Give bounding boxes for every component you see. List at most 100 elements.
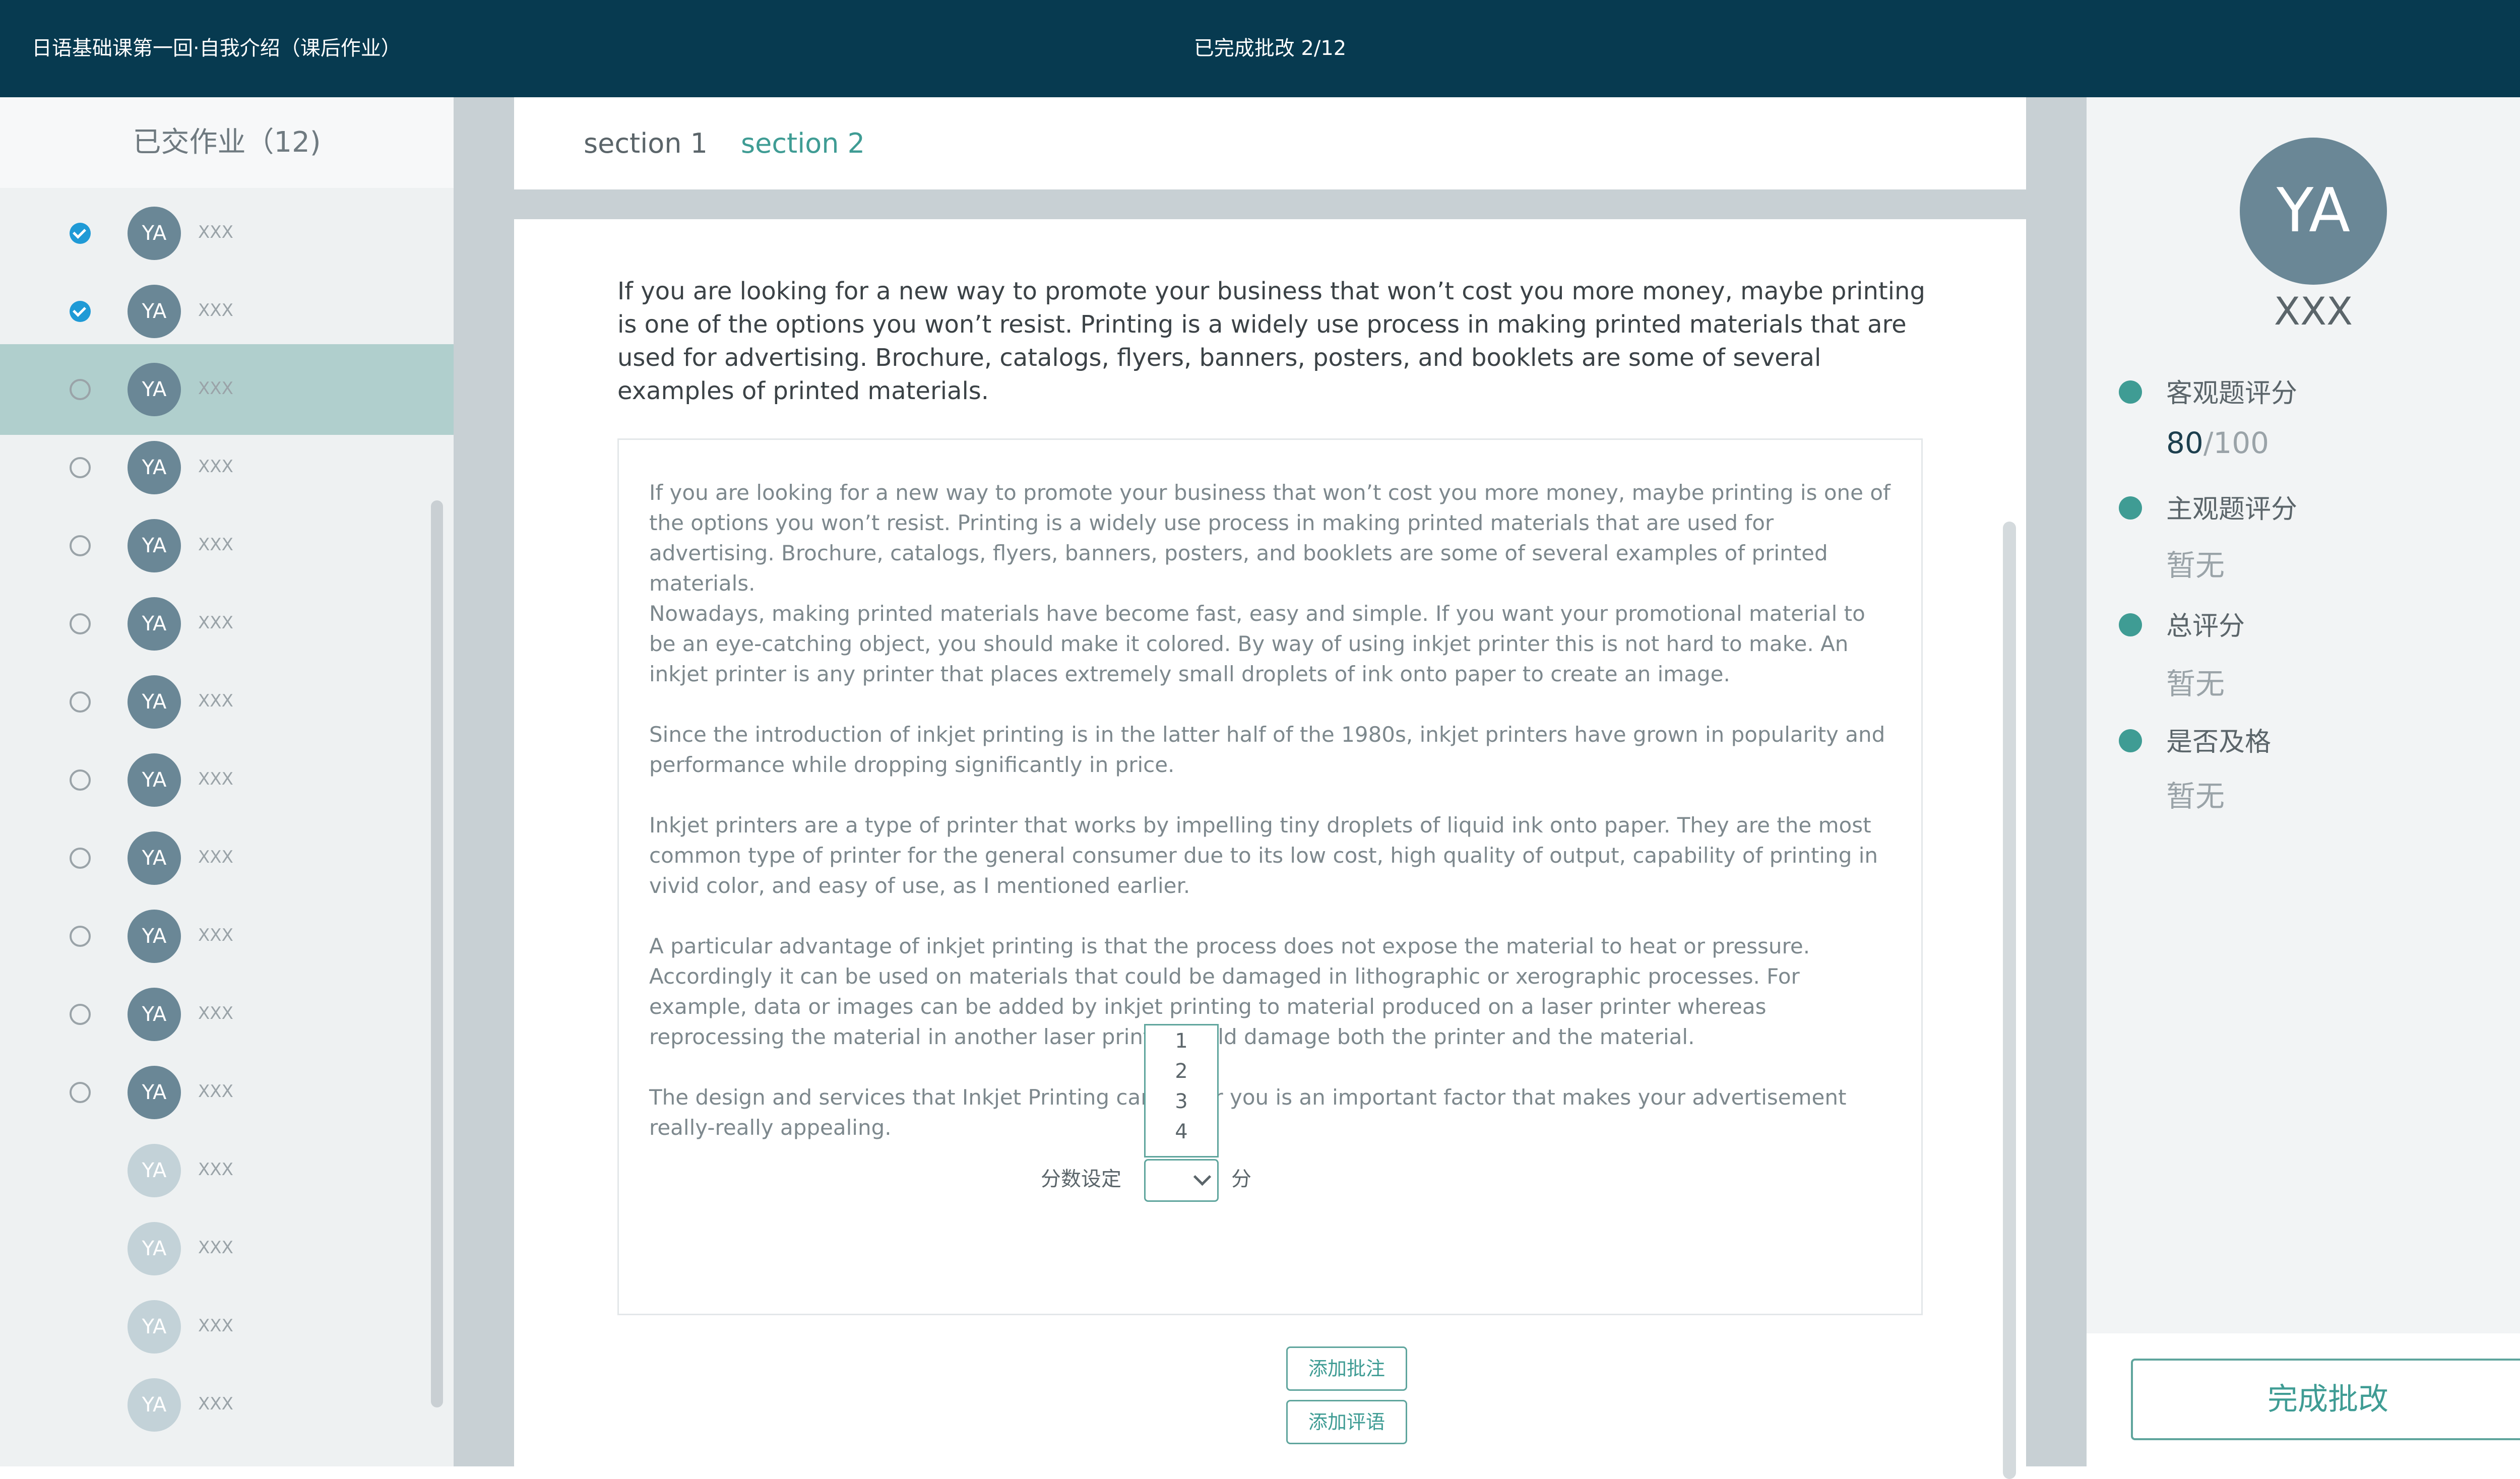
checked-checkbox-icon[interactable] xyxy=(70,301,91,322)
student-answer-box: If you are looking for a new way to prom… xyxy=(617,438,1923,1315)
student-name: XXX xyxy=(198,457,233,477)
student-list-item[interactable]: YA XXX xyxy=(0,1360,454,1450)
checkbox-icon[interactable] xyxy=(70,1004,91,1025)
answer-card: If you are looking for a new way to prom… xyxy=(514,219,2026,1479)
student-list-item[interactable]: YA XXX xyxy=(0,188,454,279)
chevron-down-icon xyxy=(1193,1168,1212,1186)
score-option[interactable]: 2 xyxy=(1146,1060,1217,1083)
pass-status-value: 暂无 xyxy=(2166,779,2225,813)
student-list-item[interactable]: YA XXX xyxy=(0,500,454,591)
answer-scrollbar[interactable] xyxy=(2003,522,2016,1479)
student-avatar: YA xyxy=(128,1378,181,1432)
score-option[interactable]: 4 xyxy=(1146,1120,1217,1143)
student-list-item[interactable]: YA XXX xyxy=(0,1125,454,1216)
grading-progress: 已完成批改 2/12 xyxy=(1193,37,1347,60)
objective-score-total: /100 xyxy=(2203,426,2270,460)
student-name: XXX xyxy=(198,222,233,242)
student-name: XXX xyxy=(198,1394,233,1414)
student-name: XXX xyxy=(198,378,233,399)
checkbox-icon[interactable] xyxy=(70,848,91,869)
section-tabs: section 1 section 2 xyxy=(514,97,2026,189)
tab-section-2[interactable]: section 2 xyxy=(741,97,865,189)
student-list-item[interactable]: YA XXX xyxy=(0,578,454,669)
student-avatar: YA xyxy=(128,363,181,416)
student-name: XXX xyxy=(198,1081,233,1102)
objective-score: 80 xyxy=(2166,426,2203,460)
status-dot-icon xyxy=(2119,496,2142,520)
answer-paragraph: Since the introduction of inkjet printin… xyxy=(649,722,1885,777)
student-avatar: YA xyxy=(128,1144,181,1197)
student-avatar: YA xyxy=(128,1066,181,1119)
score-dropdown-list: 1 2 3 4 xyxy=(1144,1024,1219,1158)
tab-section-1[interactable]: section 1 xyxy=(584,97,708,189)
checkbox-icon[interactable] xyxy=(70,535,91,556)
total-score-label: 总评分 xyxy=(2166,611,2245,641)
checkbox-icon[interactable] xyxy=(70,769,91,791)
student-name: XXX xyxy=(198,613,233,633)
student-name: XXX xyxy=(198,847,233,867)
student-list-item[interactable]: YA XXX xyxy=(0,657,454,747)
objective-score-label: 客观题评分 xyxy=(2166,378,2298,409)
answer-paragraph: Nowadays, making printed materials have … xyxy=(649,601,1865,686)
add-annotation-button[interactable]: 添加批注 xyxy=(1286,1346,1407,1391)
question-prompt: If you are looking for a new way to prom… xyxy=(617,277,1925,405)
answer-paragraph: If you are looking for a new way to prom… xyxy=(649,480,1891,596)
student-list-item[interactable]: YA XXX xyxy=(0,266,454,357)
student-list-item[interactable]: YA XXX xyxy=(0,1047,454,1138)
answer-paragraph: Inkjet printers are a type of printer th… xyxy=(649,813,1878,898)
student-avatar: YA xyxy=(2240,138,2387,285)
student-name: XXX xyxy=(198,535,233,555)
score-unit-label: 分 xyxy=(1231,1168,1251,1191)
checkbox-icon[interactable] xyxy=(70,691,91,713)
score-select[interactable] xyxy=(1144,1159,1219,1202)
student-name: XXX xyxy=(198,1238,233,1258)
student-avatar: YA xyxy=(128,519,181,572)
student-name: XXX xyxy=(198,691,233,711)
answer-paragraph: The design and services that Inkjet Prin… xyxy=(649,1085,1847,1140)
student-name: XXX xyxy=(198,1316,233,1336)
subjective-score-label: 主观题评分 xyxy=(2166,494,2298,525)
student-avatar: YA xyxy=(128,441,181,494)
student-list-item[interactable]: YA XXX xyxy=(0,422,454,513)
objective-score-value: 80/100 xyxy=(2166,426,2269,460)
student-avatar: YA xyxy=(128,207,181,260)
student-list-item[interactable]: YA XXX xyxy=(0,969,454,1060)
add-comment-button[interactable]: 添加评语 xyxy=(1286,1400,1407,1444)
student-avatar: YA xyxy=(128,1222,181,1275)
checkbox-icon[interactable] xyxy=(70,1082,91,1103)
subjective-score-value: 暂无 xyxy=(2166,548,2225,583)
status-dot-icon xyxy=(2119,613,2142,636)
total-score-value: 暂无 xyxy=(2166,667,2225,701)
submission-count-header: 已交作业（12) xyxy=(0,97,454,188)
top-bar: 日语基础课第一回·自我介绍（课后作业） 已完成批改 2/12 xyxy=(0,0,2520,97)
student-avatar: YA xyxy=(128,988,181,1041)
student-avatar: YA xyxy=(128,285,181,338)
checkbox-icon[interactable] xyxy=(70,926,91,947)
score-option[interactable]: 3 xyxy=(1146,1090,1217,1113)
student-list-item[interactable]: YA XXX xyxy=(0,735,454,825)
answer-paragraph: A particular advantage of inkjet printin… xyxy=(649,934,1810,1049)
student-list-item[interactable]: YA XXX xyxy=(0,891,454,982)
submission-sidebar: 已交作业（12) YA XXX YA XXX YA XXX YA XXX YA XXX YA XXX Y… xyxy=(0,97,454,1466)
student-avatar: YA xyxy=(128,1300,181,1354)
finish-grading-button[interactable]: 完成批改 xyxy=(2131,1359,2520,1440)
finish-area: 完成批改 xyxy=(2087,1333,2520,1466)
student-list-item[interactable]: YA XXX xyxy=(0,813,454,904)
student-avatar: YA xyxy=(128,753,181,807)
pass-status-label: 是否及格 xyxy=(2166,727,2272,757)
student-name: XXX xyxy=(198,300,233,320)
student-list-item[interactable]: YA XXX xyxy=(0,344,454,435)
score-option[interactable]: 1 xyxy=(1146,1030,1217,1053)
checkbox-icon[interactable] xyxy=(70,613,91,634)
status-dot-icon xyxy=(2119,380,2142,404)
student-name: XXX xyxy=(198,1160,233,1180)
checked-checkbox-icon[interactable] xyxy=(70,223,91,244)
sidebar-scrollbar[interactable] xyxy=(431,500,443,1407)
student-list-item[interactable]: YA XXX xyxy=(0,1203,454,1294)
status-dot-icon xyxy=(2119,729,2142,752)
student-list-item[interactable]: YA XXX xyxy=(0,1281,454,1372)
checkbox-icon[interactable] xyxy=(70,379,91,400)
student-name: XXX xyxy=(198,1003,233,1023)
checkbox-icon[interactable] xyxy=(70,457,91,478)
student-name: XXX xyxy=(198,925,233,945)
